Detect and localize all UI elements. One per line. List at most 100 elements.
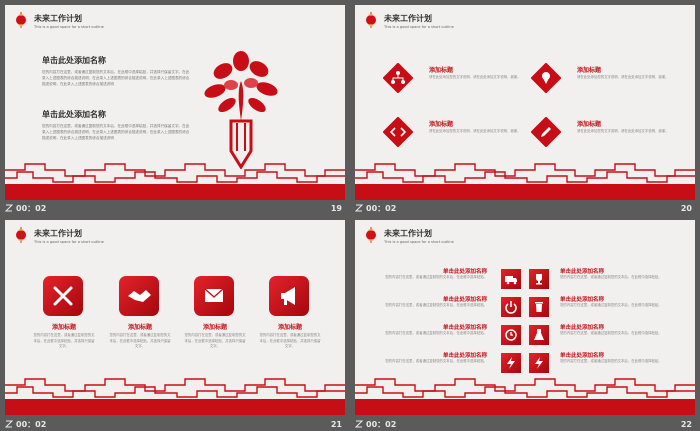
item-label: 添加标题 [429,67,454,74]
item-label: 添加标题 [429,121,454,128]
feature-card: 添加标题 您的内容打在这里，或者通过复制您的文本后，在此框中选择粘贴，并选择只保… [257,276,323,376]
row-text: 您的内容打在这里，或者通过复制您的文本后，在此框中选择粘贴。 [560,275,662,279]
envelope-icon [194,276,234,316]
decorative-border [5,378,345,415]
transition-icon [5,420,13,428]
slide-footer: 00：02 21 [5,417,345,431]
lantern-icon [366,12,376,28]
card-label: 添加标题 [277,324,302,331]
list-item: 单击此处添加名称 您的内容打在这里，或者通过复制您的文本后，在此框中选择粘贴。 [367,323,487,343]
slide-title: 未来工作计划 [384,14,432,23]
sitemap-icon [383,63,413,93]
item-label: 添加标题 [577,67,602,74]
lantern-icon [366,227,376,243]
slide-title: 未来工作计划 [384,229,432,238]
row-label: 单击此处添加名称 [560,325,605,331]
decorative-border [5,163,345,200]
card-text: 您的内容打在这里，或者通过复制您的文本后，在此框中选择粘贴，并选择只保留文字。 [109,333,171,348]
decorative-border [355,378,695,415]
pencil-tree-illustration [204,51,278,169]
slide-number: 19 [330,203,342,213]
row-text: 您的内容打在这里，或者通过复制您的文本后，在此框中选择粘贴。 [385,275,487,279]
slide-footer: 00：02 20 [355,201,695,215]
row-label: 单击此处添加名称 [442,353,487,359]
feature-item: 添加标题 请在此处添加您的文字说明，请在此处添加文字说明，谢谢。 [383,117,533,147]
slide-number: 22 [680,419,692,429]
trophy-icon [529,269,549,289]
handshake-icon [119,276,159,316]
section-heading: 单击此处添加名称 [42,56,106,65]
list-item: 单击此处添加名称 您的内容打在这里，或者通过复制您的文本后，在此框中选择粘贴。 [367,295,487,315]
slide-title: 未来工作计划 [34,14,82,23]
item-text: 请在此处添加您的文字说明，请在此处添加文字说明，谢谢。 [429,75,521,79]
slide-thumbnail-19[interactable]: 未来工作计划 This is a good space for a short … [5,5,345,200]
flask-icon [529,325,549,345]
section-body: 您的内容打在这里，或者通过复制您的文本后，在此框中选择粘贴，并选择只保留文字。在… [42,124,190,140]
slide-timer: 00：02 [16,419,47,429]
slide-subtitle: This is a good space for a short outline [384,25,454,29]
row-text: 您的内容打在这里，或者通过复制您的文本后，在此框中选择粘贴。 [560,303,662,307]
row-label: 单击此处添加名称 [560,353,605,359]
row-label: 单击此处添加名称 [442,297,487,303]
decorative-border [355,163,695,200]
slide-footer: 00：02 19 [5,201,345,215]
feature-card: 添加标题 您的内容打在这里，或者通过复制您的文本后，在此框中选择粘贴，并选择只保… [182,276,248,376]
bolt-icon [501,353,521,373]
row-label: 单击此处添加名称 [442,325,487,331]
transition-icon [355,204,363,212]
lantern-icon [16,227,26,243]
clock-icon [501,325,521,345]
pencil-icon [531,117,561,147]
row-label: 单击此处添加名称 [442,269,487,275]
slide-timer: 00：02 [16,203,47,213]
item-text: 请在此处添加您的文字说明，请在此处添加文字说明，谢谢。 [577,129,669,133]
trash-icon [529,297,549,317]
slide-number: 21 [330,419,342,429]
slide-number: 20 [680,203,692,213]
row-text: 您的内容打在这里，或者通过复制您的文本后，在此框中选择粘贴。 [560,359,662,363]
slide-footer: 00：02 22 [355,417,695,431]
feature-item: 添加标题 请在此处添加您的文字说明，请在此处添加文字说明，谢谢。 [531,63,681,93]
list-item: 单击此处添加名称 您的内容打在这里，或者通过复制您的文本后，在此框中选择粘贴。 [560,351,680,371]
section-body: 您的内容打在这里，或者通过复制您的文本后，在此框中选择粘贴，并选择只保留文字。在… [42,70,190,86]
card-label: 添加标题 [202,324,227,331]
section-heading: 单击此处添加名称 [42,110,106,119]
slide-thumbnail-22[interactable]: 未来工作计划 This is a good space for a short … [355,220,695,415]
list-item: 单击此处添加名称 您的内容打在这里，或者通过复制您的文本后，在此框中选择粘贴。 [560,267,680,287]
row-text: 您的内容打在这里，或者通过复制您的文本后，在此框中选择粘贴。 [385,303,487,307]
truck-icon [501,269,521,289]
item-label: 添加标题 [577,121,602,128]
list-item: 单击此处添加名称 您的内容打在这里，或者通过复制您的文本后，在此框中选择粘贴。 [367,351,487,371]
item-text: 请在此处添加您的文字说明，请在此处添加文字说明，谢谢。 [429,129,521,133]
slide-subtitle: This is a good space for a short outline [384,240,454,244]
row-text: 您的内容打在这里，或者通过复制您的文本后，在此框中选择粘贴。 [385,359,487,363]
slide-timer: 00：02 [366,419,397,429]
feature-card: 添加标题 您的内容打在这里，或者通过复制您的文本后，在此框中选择粘贴，并选择只保… [107,276,173,376]
slide-title: 未来工作计划 [34,229,82,238]
feature-card: 添加标题 您的内容打在这里，或者通过复制您的文本后，在此框中选择粘贴，并选择只保… [31,276,97,376]
transition-icon [355,420,363,428]
slide-timer: 00：02 [366,203,397,213]
card-text: 您的内容打在这里，或者通过复制您的文本后，在此框中选择粘贴，并选择只保留文字。 [184,333,246,348]
slide-thumbnail-21[interactable]: 未来工作计划 This is a good space for a short … [5,220,345,415]
row-label: 单击此处添加名称 [560,297,605,303]
bolt-icon [529,353,549,373]
feature-item: 添加标题 请在此处添加您的文字说明，请在此处添加文字说明，谢谢。 [383,63,533,93]
list-item: 单击此处添加名称 您的内容打在这里，或者通过复制您的文本后，在此框中选择粘贴。 [367,267,487,287]
card-label: 添加标题 [51,324,76,331]
row-text: 您的内容打在这里，或者通过复制您的文本后，在此框中选择粘贴。 [560,331,662,335]
row-label: 单击此处添加名称 [560,269,605,275]
slide-subtitle: This is a good space for a short outline [34,25,104,29]
slide-thumbnail-20[interactable]: 未来工作计划 This is a good space for a short … [355,5,695,200]
row-text: 您的内容打在这里，或者通过复制您的文本后，在此框中选择粘贴。 [385,331,487,335]
list-item: 单击此处添加名称 您的内容打在这里，或者通过复制您的文本后，在此框中选择粘贴。 [560,295,680,315]
ice-cream-icon [531,63,561,93]
card-label: 添加标题 [127,324,152,331]
card-text: 您的内容打在这里，或者通过复制您的文本后，在此框中选择粘贴，并选择只保留文字。 [33,333,95,348]
power-icon [501,297,521,317]
bullhorn-icon [269,276,309,316]
slide-subtitle: This is a good space for a short outline [34,240,104,244]
code-icon [383,117,413,147]
transition-icon [5,204,13,212]
feature-item: 添加标题 请在此处添加您的文字说明，请在此处添加文字说明，谢谢。 [531,117,681,147]
